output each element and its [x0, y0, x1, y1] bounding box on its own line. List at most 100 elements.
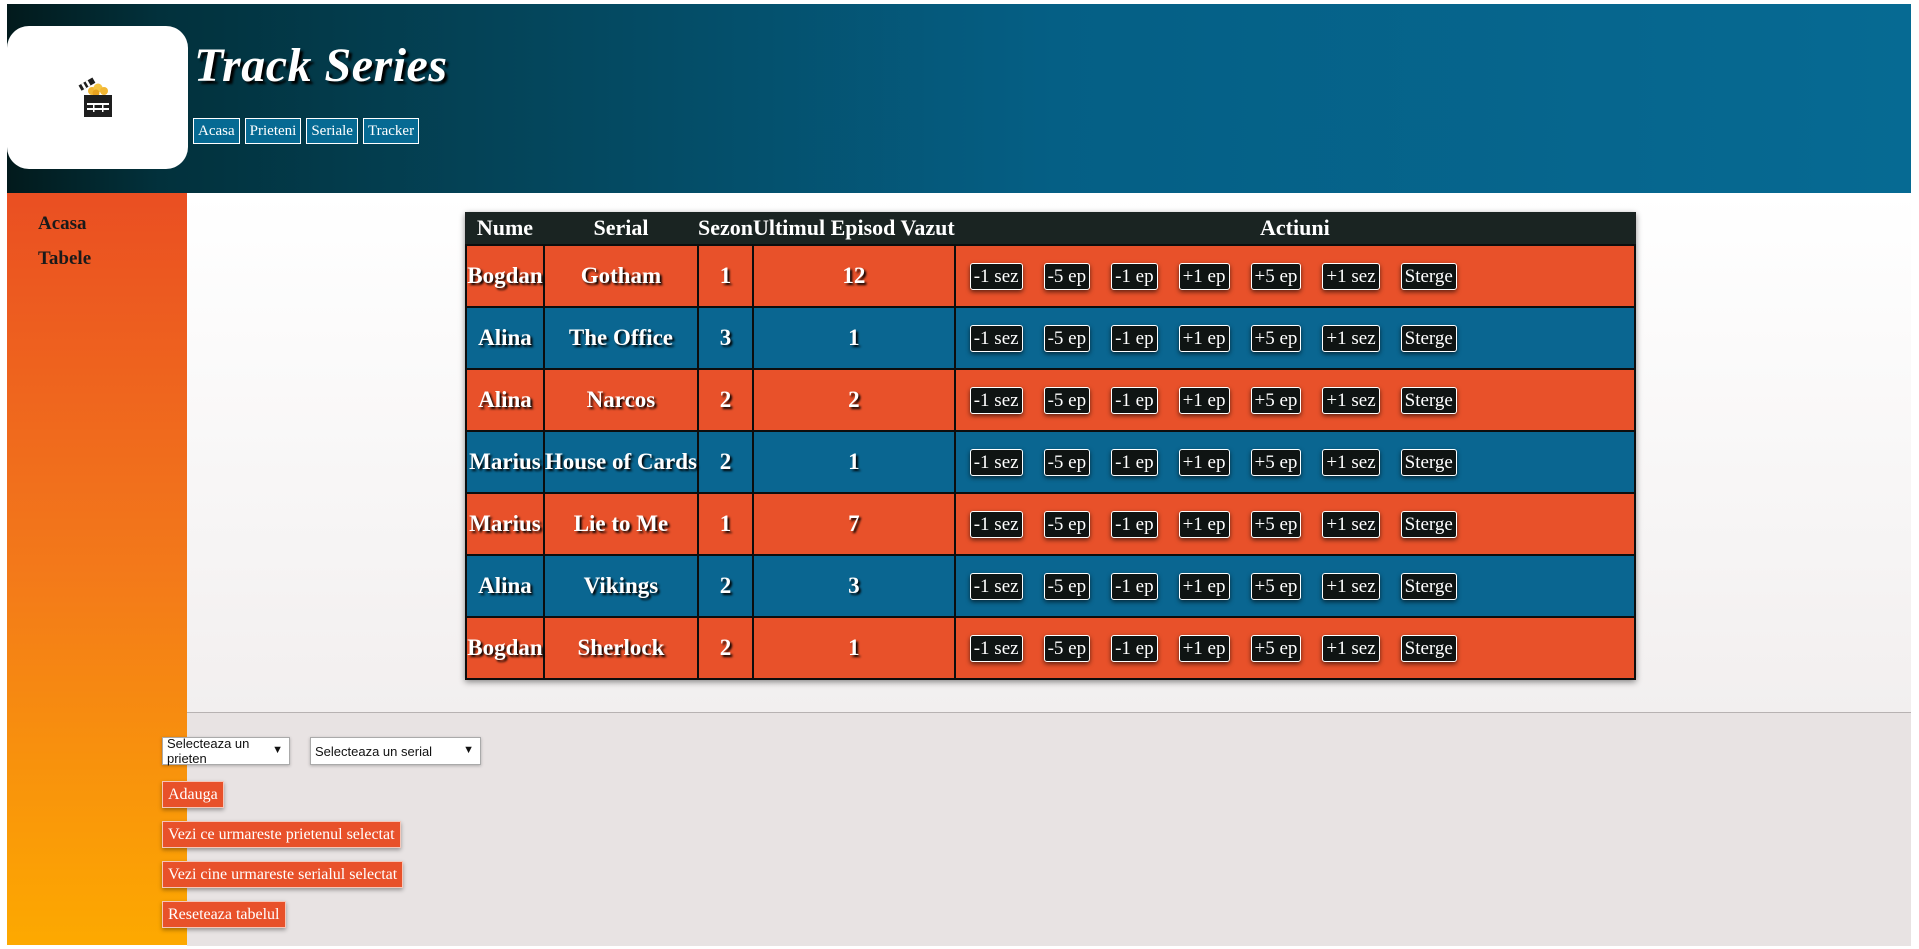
friend-select-value: Selecteaza un prieten [167, 736, 250, 766]
nav-acasa[interactable]: Acasa [193, 118, 240, 144]
plus-five-episodes-button[interactable]: +5 ep [1250, 325, 1302, 352]
minus-season-button[interactable]: -1 sez [969, 511, 1023, 538]
plus-episode-button[interactable]: +1 ep [1178, 511, 1230, 538]
add-button[interactable]: Adauga [162, 781, 224, 808]
cell-season: 1 [696, 244, 754, 308]
minus-five-episodes-button[interactable]: -5 ep [1043, 511, 1091, 538]
cell-name: Bogdan [465, 616, 545, 680]
minus-episode-button[interactable]: -1 ep [1111, 573, 1158, 600]
plus-episode-button[interactable]: +1 ep [1178, 387, 1230, 414]
reset-table-button[interactable]: Reseteaza tabelul [162, 901, 286, 928]
page: Track Series Acasa Prieteni Seriale Trac… [7, 4, 1911, 946]
cell-actions: -1 sez -5 ep -1 ep +1 ep +5 ep +1 sez Sterge [953, 244, 1637, 308]
table-header-row: Nume Serial Sezon Ultimul Episod Vazut A… [466, 212, 1635, 245]
minus-season-button[interactable]: -1 sez [969, 449, 1023, 476]
cell-episode: 2 [751, 368, 956, 432]
cell-episode: 1 [751, 430, 956, 494]
cell-actions: -1 sez -5 ep -1 ep +1 ep +5 ep +1 sez Sterge [953, 554, 1637, 618]
table-row: Alina Narcos 2 2 -1 sez -5 ep -1 ep +1 ep +5 ep +… [465, 368, 1637, 432]
dropdown-arrow-icon: ▼ [463, 744, 474, 756]
plus-episode-button[interactable]: +1 ep [1178, 325, 1230, 352]
cell-season: 2 [696, 368, 754, 432]
column-header-sezon: Sezon [697, 212, 753, 245]
minus-episode-button[interactable]: -1 ep [1111, 387, 1158, 414]
cell-season: 2 [696, 616, 754, 680]
series-select[interactable]: Selecteaza un serial ▼ [310, 737, 481, 765]
column-header-ultimul-episod: Ultimul Episod Vazut [752, 212, 955, 245]
cell-actions: -1 sez -5 ep -1 ep +1 ep +5 ep +1 sez Sterge [953, 616, 1637, 680]
plus-season-button[interactable]: +1 sez [1322, 573, 1380, 600]
minus-episode-button[interactable]: -1 ep [1111, 449, 1158, 476]
plus-five-episodes-button[interactable]: +5 ep [1250, 511, 1302, 538]
minus-five-episodes-button[interactable]: -5 ep [1043, 325, 1091, 352]
sidebar-item-acasa[interactable]: Acasa [38, 213, 87, 235]
cell-season: 2 [696, 430, 754, 494]
plus-five-episodes-button[interactable]: +5 ep [1250, 449, 1302, 476]
plus-season-button[interactable]: +1 sez [1322, 387, 1380, 414]
plus-five-episodes-button[interactable]: +5 ep [1250, 635, 1302, 662]
plus-season-button[interactable]: +1 sez [1322, 635, 1380, 662]
plus-five-episodes-button[interactable]: +5 ep [1250, 263, 1302, 290]
cell-season: 2 [696, 554, 754, 618]
nav-seriale[interactable]: Seriale [306, 118, 358, 144]
table-row: Marius House of Cards 2 1 -1 sez -5 ep -1 ep +1… [465, 430, 1637, 494]
sidebar-item-tabele[interactable]: Tabele [38, 248, 91, 270]
cell-serial: Sherlock [542, 616, 699, 680]
delete-button[interactable]: Sterge [1400, 511, 1457, 538]
cell-actions: -1 sez -5 ep -1 ep +1 ep +5 ep +1 sez Sterge [953, 430, 1637, 494]
delete-button[interactable]: Sterge [1400, 325, 1457, 352]
view-series-watchers-button[interactable]: Vezi cine urmareste serialul selectat [162, 861, 404, 888]
plus-season-button[interactable]: +1 sez [1322, 263, 1380, 290]
delete-button[interactable]: Sterge [1400, 449, 1457, 476]
clapperboard-popcorn-icon [78, 77, 112, 117]
top-nav: Acasa Prieteni Seriale Tracker [193, 118, 420, 144]
view-friend-series-button[interactable]: Vezi ce urmareste prietenul selectat [162, 821, 401, 848]
logo[interactable] [7, 26, 188, 169]
minus-season-button[interactable]: -1 sez [969, 573, 1023, 600]
cell-episode: 12 [751, 244, 956, 308]
delete-button[interactable]: Sterge [1400, 573, 1457, 600]
table-row: Marius Lie to Me 1 7 -1 sez -5 ep -1 ep +1 ep +5… [465, 492, 1637, 556]
series-select-value: Selecteaza un serial [315, 743, 433, 759]
minus-five-episodes-button[interactable]: -5 ep [1043, 387, 1091, 414]
minus-season-button[interactable]: -1 sez [969, 635, 1023, 662]
cell-name: Alina [465, 306, 545, 370]
delete-button[interactable]: Sterge [1400, 635, 1457, 662]
cell-name: Marius [465, 492, 545, 556]
minus-season-button[interactable]: -1 sez [969, 387, 1023, 414]
minus-season-button[interactable]: -1 sez [969, 263, 1023, 290]
plus-season-button[interactable]: +1 sez [1322, 325, 1380, 352]
minus-episode-button[interactable]: -1 ep [1111, 263, 1158, 290]
nav-tracker[interactable]: Tracker [362, 118, 420, 144]
minus-five-episodes-button[interactable]: -5 ep [1043, 263, 1091, 290]
site-header: Track Series Acasa Prieteni Seriale Trac… [7, 4, 1911, 193]
cell-episode: 1 [751, 616, 956, 680]
minus-five-episodes-button[interactable]: -5 ep [1043, 449, 1091, 476]
plus-episode-button[interactable]: +1 ep [1178, 635, 1230, 662]
cell-serial: Vikings [542, 554, 699, 618]
plus-episode-button[interactable]: +1 ep [1178, 449, 1230, 476]
plus-season-button[interactable]: +1 sez [1322, 511, 1380, 538]
delete-button[interactable]: Sterge [1400, 263, 1457, 290]
friend-select[interactable]: Selecteaza un prieten ▼ [162, 736, 290, 766]
plus-five-episodes-button[interactable]: +5 ep [1250, 387, 1302, 414]
table-row: Alina The Office 3 1 -1 sez -5 ep -1 ep +1 ep +5… [465, 306, 1637, 370]
column-header-serial: Serial [543, 212, 698, 245]
plus-season-button[interactable]: +1 sez [1322, 449, 1380, 476]
delete-button[interactable]: Sterge [1400, 387, 1457, 414]
cell-serial: Gotham [542, 244, 699, 308]
plus-episode-button[interactable]: +1 ep [1178, 263, 1230, 290]
minus-episode-button[interactable]: -1 ep [1111, 511, 1158, 538]
minus-five-episodes-button[interactable]: -5 ep [1043, 635, 1091, 662]
minus-episode-button[interactable]: -1 ep [1111, 635, 1158, 662]
plus-five-episodes-button[interactable]: +5 ep [1250, 573, 1302, 600]
minus-episode-button[interactable]: -1 ep [1111, 325, 1158, 352]
plus-episode-button[interactable]: +1 ep [1178, 573, 1230, 600]
cell-episode: 1 [751, 306, 956, 370]
nav-prieteni[interactable]: Prieteni [244, 118, 302, 144]
cell-episode: 3 [751, 554, 956, 618]
minus-season-button[interactable]: -1 sez [969, 325, 1023, 352]
minus-five-episodes-button[interactable]: -5 ep [1043, 573, 1091, 600]
cell-name: Alina [465, 368, 545, 432]
column-header-actiuni: Actiuni [954, 212, 1635, 245]
